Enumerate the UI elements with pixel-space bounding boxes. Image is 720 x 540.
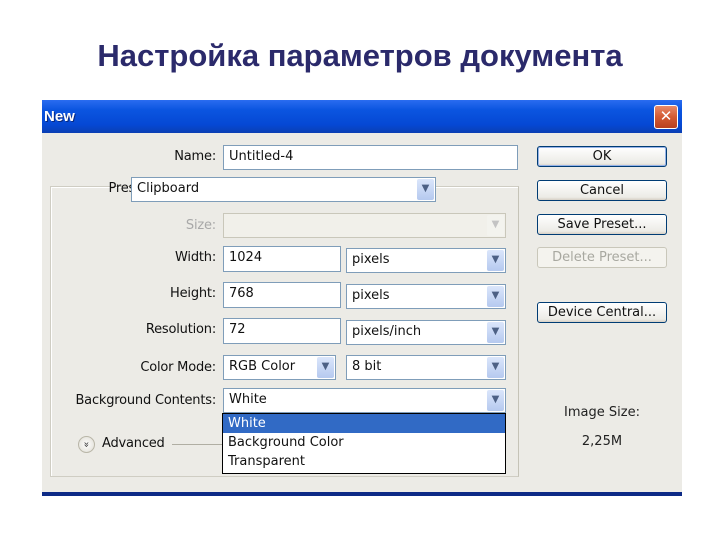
advanced-label[interactable]: Advanced	[102, 436, 182, 451]
name-input[interactable]: Untitled-4	[223, 145, 518, 170]
width-unit-value: pixels	[352, 252, 390, 267]
image-size-value: 2,25M	[581, 434, 623, 449]
device-central-button[interactable]: Device Central...	[537, 302, 667, 323]
chevron-down-icon: ▼	[487, 215, 504, 236]
chevron-down-icon: ▼	[487, 286, 504, 307]
height-input[interactable]: 768	[223, 282, 341, 308]
chevron-down-icon: ▼	[487, 250, 504, 271]
ok-button[interactable]: OK	[537, 146, 667, 167]
close-icon: ✕	[659, 107, 673, 125]
preset-select[interactable]: Clipboard ▼	[131, 177, 436, 202]
color-mode-value: RGB Color	[229, 359, 296, 374]
width-unit-select[interactable]: pixels ▼	[346, 248, 506, 273]
save-preset-button[interactable]: Save Preset...	[537, 214, 667, 235]
dropdown-option-background-color[interactable]: Background Color	[223, 433, 505, 452]
preset-value: Clipboard	[137, 181, 200, 196]
advanced-divider	[172, 444, 222, 445]
bit-depth-select[interactable]: 8 bit ▼	[346, 355, 506, 380]
new-document-dialog: New ✕ Name: Untitled-4 Preset: Clipboard…	[42, 100, 682, 496]
width-input[interactable]: 1024	[223, 246, 341, 272]
resolution-input[interactable]: 72	[223, 318, 341, 344]
resolution-unit-value: pixels/inch	[352, 324, 422, 339]
width-label: Width:	[175, 250, 216, 265]
color-mode-label: Color Mode:	[140, 360, 216, 375]
dropdown-option-white[interactable]: White	[223, 414, 505, 433]
chevron-down-icon: ▼	[317, 357, 334, 378]
size-select[interactable]: ▼	[223, 213, 506, 238]
background-contents-label: Background Contents:	[75, 393, 216, 408]
close-button[interactable]: ✕	[654, 105, 678, 129]
resolution-label: Resolution:	[145, 322, 216, 337]
dialog-titlebar[interactable]: New ✕	[42, 100, 682, 133]
chevron-down-icon: ▼	[487, 390, 504, 411]
image-size-label: Image Size:	[564, 405, 640, 420]
background-contents-select[interactable]: White ▼	[223, 388, 506, 413]
dropdown-option-transparent[interactable]: Transparent	[223, 452, 505, 471]
advanced-toggle-button[interactable]: »	[78, 436, 95, 453]
delete-preset-button[interactable]: Delete Preset...	[537, 247, 667, 268]
chevron-down-icon: ▼	[417, 179, 434, 200]
chevron-down-icon: ▼	[487, 357, 504, 378]
slide-title: Настройка параметров документа	[97, 38, 623, 73]
size-label: Size:	[185, 218, 216, 233]
dialog-title: New	[44, 108, 75, 125]
background-contents-value: White	[229, 392, 267, 407]
height-label: Height:	[170, 286, 216, 301]
cancel-button[interactable]: Cancel	[537, 180, 667, 201]
dialog-bottom-border	[42, 492, 682, 496]
name-label: Name:	[174, 149, 216, 164]
double-chevron-down-icon: »	[81, 441, 92, 448]
bit-depth-value: 8 bit	[352, 359, 382, 374]
chevron-down-icon: ▼	[487, 322, 504, 343]
resolution-unit-select[interactable]: pixels/inch ▼	[346, 320, 506, 345]
background-contents-dropdown: White Background Color Transparent	[222, 413, 506, 474]
color-mode-select[interactable]: RGB Color ▼	[223, 355, 336, 380]
height-unit-select[interactable]: pixels ▼	[346, 284, 506, 309]
height-unit-value: pixels	[352, 288, 390, 303]
